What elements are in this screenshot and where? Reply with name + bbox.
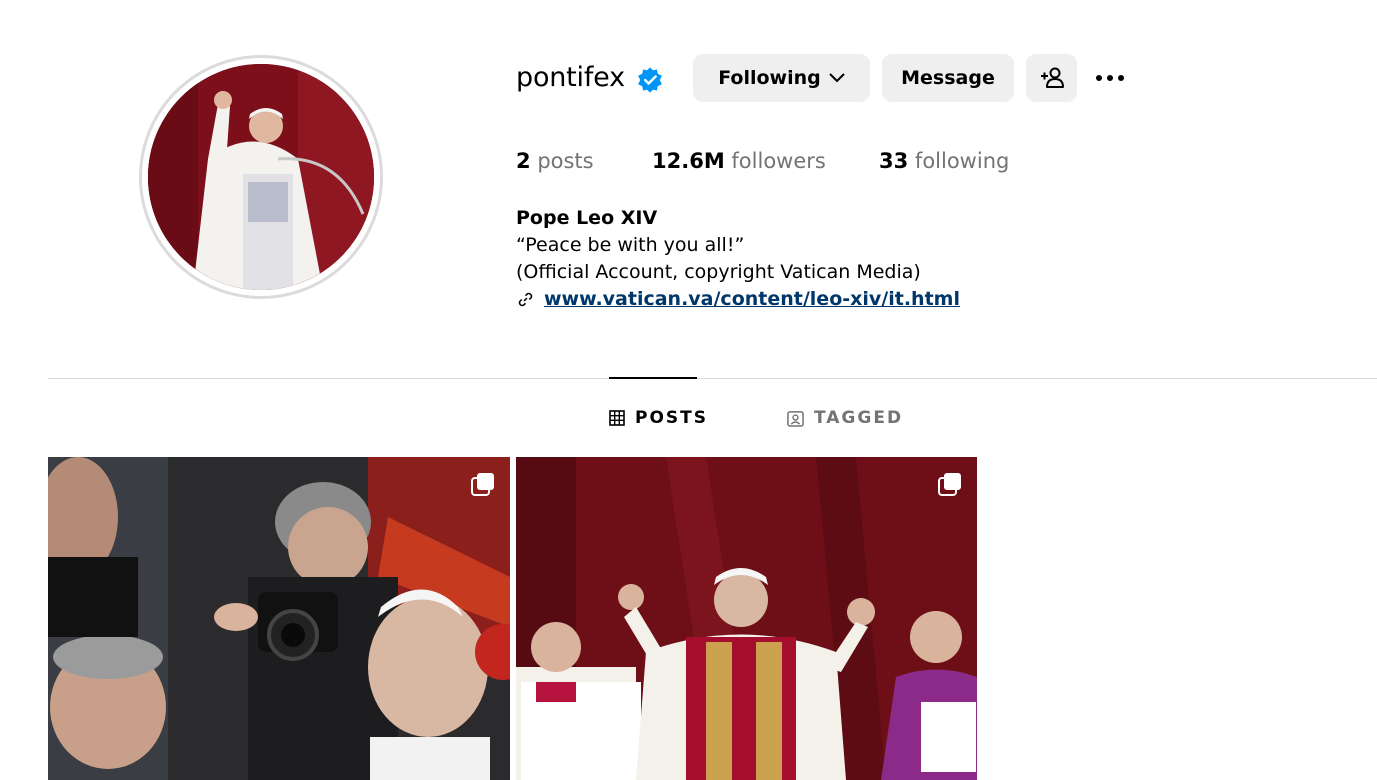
avatar-photo <box>148 64 374 290</box>
post-thumbnail[interactable] <box>516 457 977 780</box>
avatar-ring[interactable] <box>139 55 383 299</box>
grid-icon <box>609 410 625 426</box>
post-image <box>516 457 977 780</box>
chevron-down-icon <box>829 73 845 83</box>
more-options-icon[interactable] <box>1096 70 1130 86</box>
bio-website-link[interactable]: www.vatican.va/content/leo-xiv/it.html <box>544 286 960 313</box>
tab-tagged[interactable]: TAGGED <box>787 404 903 432</box>
link-icon <box>518 292 533 307</box>
add-user-button[interactable] <box>1026 54 1077 102</box>
bio-line: “Peace be with you all!” <box>516 234 745 256</box>
following-count-link[interactable]: 33 following <box>879 144 1009 178</box>
carousel-icon <box>471 473 494 496</box>
bio-link-row: www.vatican.va/content/leo-xiv/it.html <box>516 286 960 313</box>
tab-posts-label: POSTS <box>635 408 708 428</box>
tab-tagged-label: TAGGED <box>814 408 904 428</box>
profile-username: pontifex <box>516 62 625 93</box>
following-button-label: Following <box>718 67 821 89</box>
post-image <box>48 457 510 780</box>
posts-count: 2 posts <box>516 149 594 173</box>
bio-line: (Official Account, copyright Vatican Med… <box>516 261 921 283</box>
followers-count-link[interactable]: 12.6M followers <box>652 144 826 178</box>
tabs-divider <box>48 378 1377 379</box>
add-user-icon <box>1040 67 1064 88</box>
following-button[interactable]: Following <box>693 54 870 102</box>
post-thumbnail[interactable] <box>48 457 510 780</box>
profile-bio: Pope Leo XIV “Peace be with you all!” (O… <box>516 205 960 313</box>
verified-badge-icon <box>638 67 662 93</box>
carousel-icon <box>938 473 961 496</box>
avatar[interactable] <box>148 64 374 290</box>
message-button[interactable]: Message <box>882 54 1014 102</box>
message-button-label: Message <box>901 67 995 89</box>
profile-full-name: Pope Leo XIV <box>516 207 658 229</box>
tab-posts[interactable]: POSTS <box>609 404 708 432</box>
active-tab-indicator <box>609 377 697 379</box>
tagged-icon <box>787 410 804 427</box>
